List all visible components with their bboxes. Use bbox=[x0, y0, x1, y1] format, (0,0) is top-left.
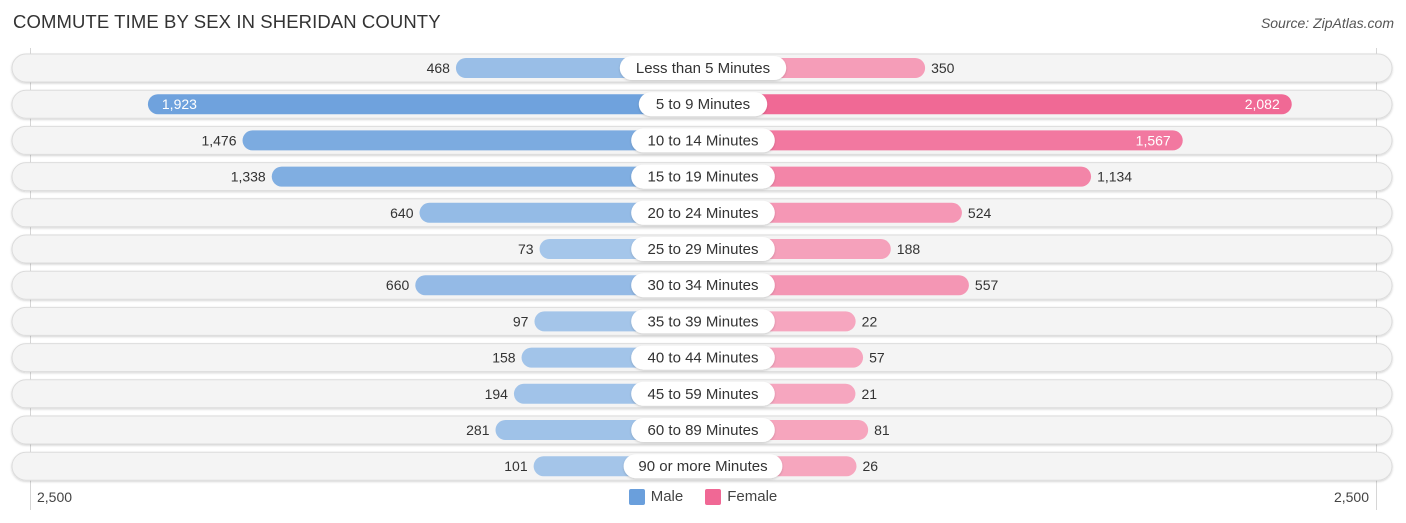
category-label: 20 to 24 Minutes bbox=[648, 205, 759, 222]
value-label-female: 1,134 bbox=[1097, 169, 1132, 185]
value-label-female: 2,082 bbox=[1245, 96, 1280, 112]
legend-swatch-male bbox=[628, 488, 645, 505]
value-label-male: 1,476 bbox=[201, 132, 236, 148]
chart-row: 35 to 39 Minutes 97 22 bbox=[11, 306, 1393, 336]
chart-row: Less than 5 Minutes 468 350 bbox=[11, 53, 1393, 83]
value-label-female: 57 bbox=[869, 350, 885, 366]
legend-item-male: Male bbox=[628, 488, 684, 505]
legend-swatch-female bbox=[705, 488, 722, 505]
category-label: 30 to 34 Minutes bbox=[648, 277, 759, 294]
value-label-male: 158 bbox=[492, 350, 516, 366]
chart-row: 25 to 29 Minutes 73 188 bbox=[11, 234, 1393, 264]
category-label: 90 or more Minutes bbox=[638, 458, 767, 475]
category-label: 35 to 39 Minutes bbox=[648, 313, 759, 330]
value-label-female: 1,567 bbox=[1136, 132, 1171, 148]
legend-label-female: Female bbox=[727, 488, 778, 505]
chart-row: 90 or more Minutes 101 26 bbox=[11, 451, 1393, 481]
value-label-female: 524 bbox=[968, 205, 992, 221]
chart-row: 40 to 44 Minutes 158 57 bbox=[11, 343, 1393, 373]
value-label-female: 188 bbox=[897, 241, 921, 257]
category-label: 5 to 9 Minutes bbox=[656, 96, 750, 113]
value-label-male: 101 bbox=[504, 458, 528, 474]
category-label: 40 to 44 Minutes bbox=[648, 350, 759, 367]
chart-row: 30 to 34 Minutes 660 557 bbox=[11, 270, 1393, 300]
value-label-male: 97 bbox=[513, 313, 529, 329]
chart-row: 20 to 24 Minutes 640 524 bbox=[11, 198, 1393, 228]
category-label: 15 to 19 Minutes bbox=[648, 169, 759, 186]
chart-row: 60 to 89 Minutes 281 81 bbox=[11, 415, 1393, 445]
value-label-female: 21 bbox=[861, 386, 877, 402]
value-label-male: 640 bbox=[390, 205, 414, 221]
value-label-female: 26 bbox=[863, 458, 879, 474]
chart-row: 5 to 9 Minutes 1,923 2,082 bbox=[11, 89, 1393, 119]
value-label-male: 468 bbox=[427, 60, 451, 76]
legend-item-female: Female bbox=[705, 488, 777, 505]
category-label: 10 to 14 Minutes bbox=[648, 132, 759, 149]
legend-label-male: Male bbox=[650, 488, 684, 505]
bar-female bbox=[703, 130, 1183, 151]
value-label-male: 1,338 bbox=[231, 169, 266, 185]
value-label-male: 73 bbox=[518, 241, 534, 257]
value-label-male: 281 bbox=[466, 422, 490, 438]
category-label: 60 to 89 Minutes bbox=[648, 422, 759, 439]
value-label-female: 350 bbox=[931, 60, 955, 76]
chart-area: Less than 5 Minutes 468 350 5 to 9 Minutes 1… bbox=[11, 48, 1393, 510]
value-label-female: 22 bbox=[862, 313, 878, 329]
bar-male bbox=[147, 94, 704, 115]
bar-female bbox=[703, 94, 1292, 115]
legend: Male Female bbox=[0, 488, 1406, 505]
value-label-female: 81 bbox=[874, 422, 890, 438]
chart-row: 45 to 59 Minutes 194 21 bbox=[11, 379, 1393, 409]
category-label: 25 to 29 Minutes bbox=[648, 241, 759, 258]
value-label-male: 1,923 bbox=[162, 96, 197, 112]
value-label-male: 194 bbox=[485, 386, 509, 402]
value-label-female: 557 bbox=[975, 277, 999, 293]
chart-row: 15 to 19 Minutes 1,338 1,134 bbox=[11, 162, 1393, 192]
category-label: 45 to 59 Minutes bbox=[648, 386, 759, 403]
category-label: Less than 5 Minutes bbox=[636, 60, 770, 77]
value-label-male: 660 bbox=[386, 277, 410, 293]
chart-row: 10 to 14 Minutes 1,476 1,567 bbox=[11, 125, 1393, 155]
